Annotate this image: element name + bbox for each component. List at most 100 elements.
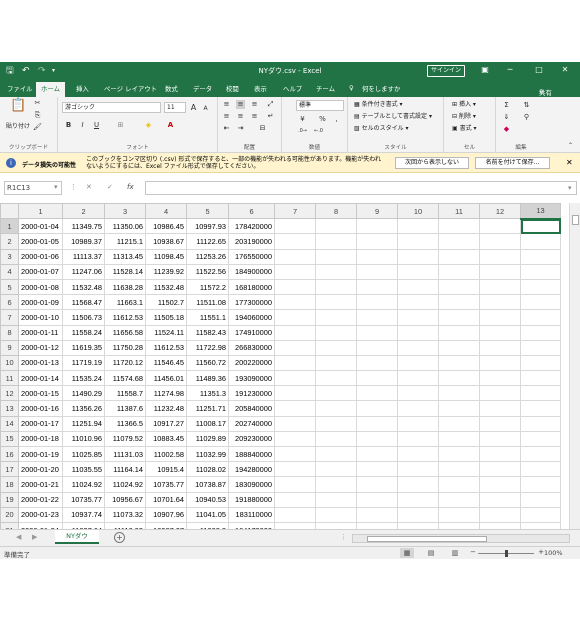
- cell[interactable]: [315, 430, 357, 448]
- cell[interactable]: 11506.73: [62, 309, 105, 326]
- cell[interactable]: [356, 294, 398, 311]
- cell[interactable]: 11215.1: [104, 233, 146, 250]
- cell[interactable]: 11164.14: [104, 461, 146, 478]
- cell[interactable]: 11113.37: [62, 248, 105, 265]
- cell[interactable]: 11024.92: [62, 476, 105, 493]
- bold-button[interactable]: B: [64, 121, 73, 130]
- cell[interactable]: 11505.18: [145, 309, 187, 326]
- row-header[interactable]: 19: [0, 491, 19, 508]
- row-header[interactable]: 6: [0, 294, 19, 311]
- sort-filter-icon[interactable]: ⇅: [522, 101, 531, 110]
- cell[interactable]: [356, 415, 398, 432]
- cell[interactable]: 11546.45: [145, 354, 187, 372]
- cell[interactable]: [479, 233, 521, 250]
- cell[interactable]: [520, 461, 561, 478]
- cell[interactable]: [479, 415, 521, 432]
- cell[interactable]: [438, 415, 480, 432]
- cell[interactable]: [315, 400, 357, 417]
- row-header[interactable]: 16: [0, 445, 19, 463]
- cell[interactable]: [356, 278, 398, 296]
- cell[interactable]: 2000-01-14: [18, 370, 63, 387]
- row-header[interactable]: 17: [0, 461, 19, 478]
- align-bottom-icon[interactable]: ≡: [250, 100, 259, 109]
- cell[interactable]: 11582.43: [186, 324, 229, 341]
- column-header[interactable]: 2: [62, 203, 105, 220]
- cell[interactable]: 11522.56: [186, 263, 229, 280]
- delete-cells-button[interactable]: ⊟ 削除 ▾: [452, 113, 476, 121]
- column-header[interactable]: 3: [104, 203, 146, 220]
- cell[interactable]: [479, 445, 521, 463]
- cell[interactable]: 11750.28: [104, 339, 146, 356]
- cell[interactable]: 188840000: [228, 445, 275, 463]
- signin-button[interactable]: サインイン: [427, 65, 465, 77]
- align-center-icon[interactable]: ≡: [236, 112, 245, 121]
- cell-styles-button[interactable]: ▧ セルのスタイル ▾: [354, 125, 409, 133]
- cell[interactable]: [397, 309, 439, 326]
- fill-color-icon[interactable]: ◈: [144, 121, 153, 130]
- cell[interactable]: 10915.4: [145, 461, 187, 478]
- cell[interactable]: [397, 263, 439, 280]
- row-header[interactable]: 14: [0, 415, 19, 432]
- cell[interactable]: [520, 506, 561, 523]
- cell[interactable]: [438, 263, 480, 280]
- cell[interactable]: 11032.99: [186, 445, 229, 463]
- ribbon-display-icon[interactable]: ▣: [478, 64, 492, 76]
- cell[interactable]: 11122.65: [186, 233, 229, 250]
- cell[interactable]: 11253.26: [186, 248, 229, 265]
- cell[interactable]: [315, 506, 357, 523]
- cell[interactable]: [520, 385, 561, 402]
- cell[interactable]: [397, 370, 439, 387]
- cell[interactable]: [438, 506, 480, 523]
- cell[interactable]: 11024.92: [104, 476, 146, 493]
- cell[interactable]: 11349.75: [62, 218, 105, 235]
- cell[interactable]: 2000-01-12: [18, 339, 63, 356]
- cell[interactable]: 11387.6: [104, 400, 146, 417]
- cell[interactable]: [479, 324, 521, 341]
- cell[interactable]: 194060000: [228, 309, 275, 326]
- close-infobar-icon[interactable]: ✕: [566, 158, 573, 167]
- page-break-view-icon[interactable]: ▥: [448, 548, 462, 558]
- cell[interactable]: [520, 430, 561, 448]
- cell[interactable]: 11722.98: [186, 339, 229, 356]
- cell[interactable]: [479, 430, 521, 448]
- cell[interactable]: 203190000: [228, 233, 275, 250]
- save-as-button[interactable]: 名前を付けて保存...: [475, 157, 550, 169]
- column-header[interactable]: 5: [186, 203, 229, 220]
- cell[interactable]: 2000-01-20: [18, 461, 63, 478]
- tab-help[interactable]: ヘルプ: [283, 84, 302, 93]
- cell[interactable]: 11028.02: [186, 461, 229, 478]
- cell[interactable]: [356, 445, 398, 463]
- row-header[interactable]: 12: [0, 385, 19, 402]
- column-header[interactable]: 4: [145, 203, 187, 220]
- cell[interactable]: [520, 233, 561, 250]
- cell[interactable]: [520, 445, 561, 463]
- cell[interactable]: 11035.55: [62, 461, 105, 478]
- cell[interactable]: [274, 294, 316, 311]
- zoom-level[interactable]: 100%: [544, 549, 563, 557]
- horizontal-scrollbar[interactable]: [352, 534, 570, 543]
- decrease-indent-icon[interactable]: ⇤: [222, 124, 231, 133]
- cell[interactable]: [356, 461, 398, 478]
- cell[interactable]: [274, 445, 316, 463]
- format-as-table-button[interactable]: ▤ テーブルとして書式設定 ▾: [354, 113, 432, 121]
- cell[interactable]: 202740000: [228, 415, 275, 432]
- cell[interactable]: 2000-01-13: [18, 354, 63, 372]
- cell[interactable]: 11490.29: [62, 385, 105, 402]
- cell[interactable]: 11232.48: [145, 400, 187, 417]
- cell[interactable]: 2000-01-17: [18, 415, 63, 432]
- cell[interactable]: [315, 445, 357, 463]
- cell[interactable]: [438, 370, 480, 387]
- comma-button[interactable]: ,: [332, 115, 341, 124]
- cell[interactable]: [274, 491, 316, 508]
- cell[interactable]: [356, 248, 398, 265]
- cell[interactable]: 183090000: [228, 476, 275, 493]
- tell-me-search[interactable]: 何をしますか: [362, 84, 400, 93]
- cell[interactable]: [438, 309, 480, 326]
- cell[interactable]: [438, 324, 480, 341]
- merge-center-icon[interactable]: ⊟: [258, 124, 267, 133]
- cell[interactable]: [274, 461, 316, 478]
- cell[interactable]: [397, 430, 439, 448]
- cell[interactable]: [479, 506, 521, 523]
- tab-view[interactable]: 表示: [254, 84, 267, 93]
- format-painter-icon[interactable]: 🖌: [33, 123, 42, 132]
